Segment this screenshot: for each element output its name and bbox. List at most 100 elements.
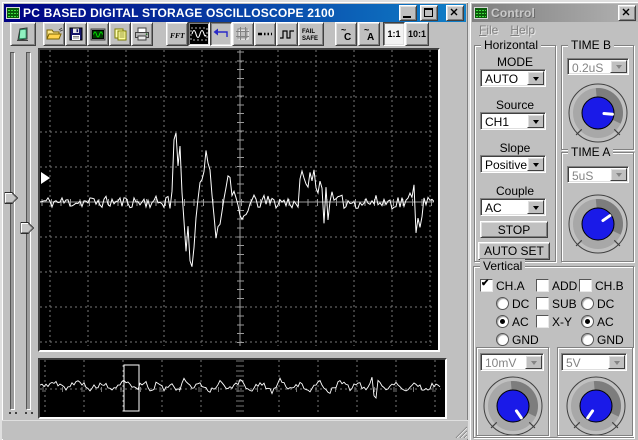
couple-dropdown-arrow[interactable] <box>527 200 544 214</box>
menu-help: Help <box>510 23 536 37</box>
source-label: Source <box>495 98 535 112</box>
left-arrow-icon <box>213 28 228 37</box>
sub-checkbox[interactable] <box>536 297 549 310</box>
control-close-button[interactable] <box>618 5 636 21</box>
dashed-line-icon <box>258 32 272 36</box>
ch-b-checkbox[interactable] <box>579 279 592 292</box>
fail-safe-button[interactable]: FAIL SAFE <box>298 22 324 46</box>
ch-b-ac-radio[interactable] <box>581 315 594 328</box>
overview-display <box>38 358 447 419</box>
mode-label: MODE <box>497 55 533 69</box>
ch-a-gnd-radio[interactable] <box>496 333 509 346</box>
time-b-group: TIME B 0.2uS <box>561 38 634 150</box>
ch-a-dc-radio[interactable] <box>496 297 509 310</box>
back-arrow-button[interactable] <box>210 22 232 46</box>
maximize-icon <box>424 8 433 17</box>
time-b-knob[interactable] <box>567 82 629 147</box>
auto-set-button[interactable]: AUTO SET <box>478 242 550 260</box>
open-button[interactable] <box>43 22 65 46</box>
sine-wave-icon <box>190 27 208 41</box>
ch-b-ac-label: AC <box>597 315 614 329</box>
ch-b-volts-knob[interactable] <box>565 375 627 435</box>
main-scope-display <box>38 48 440 352</box>
ch-b-volts-panel: 5V <box>557 347 633 436</box>
ch-b-dc-radio[interactable] <box>581 297 594 310</box>
tilde-c-icon: ~ C <box>341 26 351 42</box>
ch-a-gnd-label: GND <box>512 333 539 347</box>
slope-dropdown-arrow[interactable] <box>527 157 544 171</box>
wave-c-button[interactable]: ~ C <box>335 22 357 46</box>
exit-button[interactable] <box>10 22 36 46</box>
time-a-dropdown-arrow <box>610 168 627 181</box>
close-icon <box>450 8 458 16</box>
ratio-10-1-button[interactable]: 10:1 <box>405 22 429 46</box>
horizontal-group-label: Horizontal <box>481 38 542 52</box>
stop-button[interactable]: STOP <box>480 221 548 238</box>
ch-b-label: CH.B <box>595 279 624 293</box>
save-floppy-icon <box>69 27 83 41</box>
ch-a-volts-knob[interactable] <box>482 375 544 435</box>
svg-text:A: A <box>367 32 374 42</box>
grid-icon-disabled <box>236 27 249 40</box>
overview-waveform <box>40 360 441 413</box>
control-app-icon <box>474 7 488 19</box>
channel-a-position-slider[interactable] <box>10 52 15 410</box>
wave-a-button[interactable]: ~ A <box>358 22 380 46</box>
status-bar <box>2 420 468 439</box>
channel-a-slider-thumb[interactable] <box>4 192 18 204</box>
mode-dropdown-arrow[interactable] <box>527 71 544 85</box>
ch-a-dc-label: DC <box>512 297 530 311</box>
snapshot-button[interactable] <box>87 22 109 46</box>
mode-select[interactable]: AUTO <box>480 69 546 87</box>
time-a-group: TIME A 5uS <box>561 145 634 262</box>
control-titlebar[interactable]: Control <box>472 4 638 22</box>
add-checkbox[interactable] <box>536 279 549 292</box>
printer-icon <box>135 27 149 41</box>
screen-capture-icon <box>90 28 106 40</box>
ratio-1-1-button[interactable]: 1:1 <box>383 22 405 46</box>
resize-grip[interactable] <box>454 425 467 438</box>
grid-button[interactable] <box>232 22 254 46</box>
control-window-title: Control <box>491 6 536 20</box>
fail-safe-icon: FAIL SAFE <box>302 29 318 42</box>
copy-button[interactable] <box>109 22 131 46</box>
time-b-label: TIME B <box>568 38 615 52</box>
chevron-down-icon <box>615 65 622 72</box>
ch-b-gnd-label: GND <box>597 333 624 347</box>
maximize-button[interactable] <box>420 5 438 21</box>
source-dropdown-arrow[interactable] <box>527 114 544 128</box>
ch-b-volts-select: 5V <box>561 353 627 371</box>
xy-checkbox[interactable] <box>536 315 549 328</box>
time-a-select: 5uS <box>567 166 629 183</box>
print-button[interactable] <box>131 22 153 46</box>
source-select[interactable]: CH1 <box>480 112 546 130</box>
tilde-a-icon: ~ A <box>364 26 374 42</box>
waveform-display-button[interactable] <box>188 22 210 46</box>
add-label: ADD <box>552 279 578 293</box>
fft-button[interactable]: FFT <box>166 22 188 46</box>
volts-b-dropdown-arrow <box>608 355 625 369</box>
notes-icon <box>114 28 126 41</box>
trigger-level-arrow[interactable] <box>41 172 50 184</box>
menu-file: File <box>479 23 499 37</box>
desktop: PC BASED DIGITAL STORAGE OSCILLOSCOPE 21… <box>0 0 638 440</box>
step-wave-button[interactable] <box>276 22 298 46</box>
chevron-down-icon <box>530 360 537 368</box>
ch-a-ac-label: AC <box>512 315 529 329</box>
minimize-icon <box>403 16 411 18</box>
ch-b-gnd-radio[interactable] <box>581 333 594 346</box>
time-a-knob[interactable] <box>567 193 629 258</box>
horizontal-group: Horizontal MODE AUTO Source CH1 Slope Po… <box>474 38 556 262</box>
xy-label: X-Y <box>552 315 573 329</box>
save-button[interactable] <box>65 22 87 46</box>
channel-b-slider-thumb[interactable] <box>20 222 34 234</box>
couple-select[interactable]: AC <box>480 198 546 216</box>
chevron-down-icon <box>532 76 539 84</box>
ch-a-ac-radio[interactable] <box>496 315 509 328</box>
sub-label: SUB <box>552 297 577 311</box>
slope-select[interactable]: Positive <box>480 155 546 173</box>
minimize-button[interactable] <box>399 5 417 21</box>
dotted-line-button[interactable] <box>254 22 276 46</box>
ch-a-checkbox[interactable] <box>480 278 493 292</box>
close-button[interactable] <box>446 5 464 21</box>
